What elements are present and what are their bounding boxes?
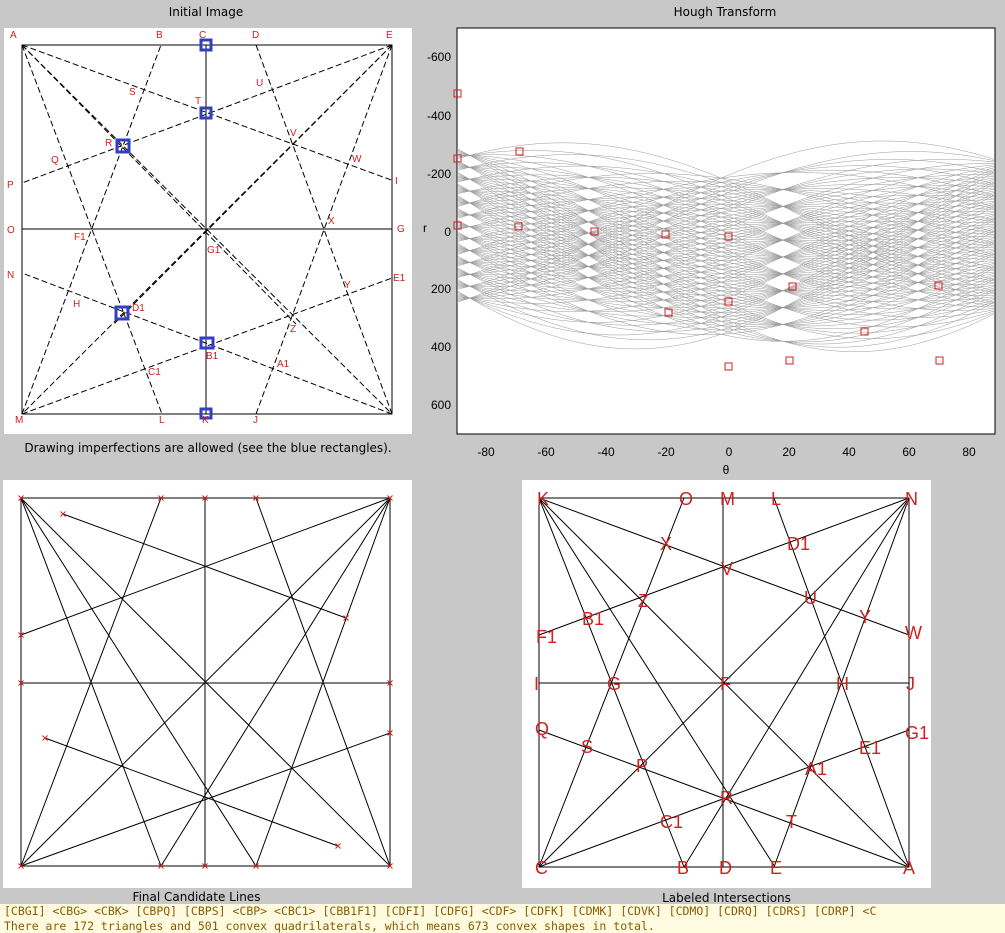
intersection-label: Z: [638, 591, 649, 611]
intersection-label: H: [73, 299, 80, 310]
hough-transform-svg: -600 -400 -200 0 200 400 600 -80 -60 -40…: [423, 27, 996, 477]
theta-tick: -80: [477, 445, 495, 459]
intersection-label: E: [770, 858, 782, 878]
theta-tick: 60: [902, 445, 916, 459]
console-line-1: [CBGI] <CBG> <CBK> [CBPQ] [CBPS] <CBP> <…: [0, 904, 1005, 919]
final-lines-svg: [18, 495, 393, 869]
labeled-intersections-svg: K O M L N X D1 V Z U B1 Y W F1 I G F H J Q G1 S E1 P A1 R C1 T C B D E A: [534, 489, 929, 878]
theta-tick: 20: [782, 445, 796, 459]
intersection-label: Y: [344, 280, 351, 291]
intersection-label: Z: [290, 324, 296, 335]
intersection-label: D1: [787, 534, 810, 554]
intersection-label: L: [771, 489, 781, 509]
intersection-label: B1: [582, 609, 604, 629]
intersection-label: O: [679, 489, 693, 509]
intersection-label: N: [7, 270, 14, 281]
intersection-label: O: [7, 225, 15, 236]
intersection-label: F1: [74, 232, 86, 243]
theta-tick: 40: [842, 445, 856, 459]
theta-tick: -40: [597, 445, 615, 459]
r-tick: 200: [431, 282, 451, 296]
intersection-label: D: [252, 30, 259, 41]
r-tick: -200: [427, 167, 451, 181]
intersection-label: G1: [207, 245, 221, 256]
intersection-label: S: [129, 87, 136, 98]
theta-tick: -60: [537, 445, 555, 459]
hough-transform-panel: -600 -400 -200 0 200 400 600 -80 -60 -40…: [413, 20, 1005, 478]
labeled-intersections-panel: K O M L N X D1 V Z U B1 Y W F1 I G F H J Q G1 S E1 P A1 R C1 T C B D E A: [522, 480, 931, 888]
intersection-label: D: [719, 858, 732, 878]
final-candidate-lines-title: Final Candidate Lines: [132, 890, 261, 904]
theta-tick: 0: [726, 445, 733, 459]
intersection-label: T: [195, 96, 201, 107]
intersection-label: B: [677, 858, 689, 878]
intersection-label: U: [256, 78, 263, 89]
intersection-label: E1: [393, 273, 406, 284]
theta-tick: 80: [962, 445, 976, 459]
labeled-intersections-title: Labeled Intersections: [662, 891, 791, 905]
intersection-label: C: [199, 30, 206, 41]
r-tick: 600: [431, 398, 451, 412]
intersection-label: G: [607, 674, 621, 694]
intersection-label: J: [253, 415, 258, 426]
intersection-label: H: [836, 674, 849, 694]
intersection-label: A: [903, 858, 915, 878]
final-candidate-lines-panel: [3, 480, 412, 888]
intersection-label: B: [156, 30, 163, 41]
intersection-label: W: [905, 623, 922, 643]
intersection-label: K: [202, 415, 209, 426]
intersection-label: G1: [905, 723, 929, 743]
intersection-label: P: [636, 756, 648, 776]
intersection-label: F1: [536, 627, 557, 647]
intersection-label: R: [720, 788, 733, 808]
intersection-label: Y: [859, 607, 871, 627]
intersection-label: M: [15, 415, 23, 426]
r-tick: 400: [431, 340, 451, 354]
intersection-label: R: [105, 138, 112, 149]
r-tick: -400: [427, 109, 451, 123]
intersection-label: A: [10, 30, 17, 41]
theta-axis-label: θ: [723, 463, 730, 477]
intersection-label: L: [159, 415, 165, 426]
intersection-label: E: [386, 30, 393, 41]
intersection-label: N: [905, 489, 918, 509]
intersection-label: E1: [859, 738, 881, 758]
intersection-label: P: [7, 180, 14, 191]
intersection-label: T: [786, 812, 797, 832]
intersection-label: U: [804, 588, 817, 608]
console-line-2: There are 172 triangles and 501 convex q…: [0, 919, 1005, 933]
r-tick: 0: [444, 225, 451, 239]
intersection-label: C1: [660, 812, 683, 832]
intersection-label: C1: [148, 367, 161, 378]
intersection-label: C: [535, 858, 548, 878]
intersection-label: X: [328, 216, 335, 227]
hough-transform-title: Hough Transform: [673, 5, 777, 19]
intersection-label: A1: [277, 359, 290, 370]
intersection-label: Q: [51, 155, 59, 166]
intersection-label: I: [395, 176, 398, 187]
intersection-label: S: [581, 737, 593, 757]
r-tick: -600: [427, 50, 451, 64]
intersection-label: G: [397, 224, 405, 235]
intersection-label: V: [721, 559, 733, 579]
intersection-label: Q: [535, 719, 549, 739]
initial-image-svg: A B C D E S U T V R W Q P I O F1 X G G1 N H E1 D1 Y Z B1 C1 A1 M L K J: [7, 30, 406, 426]
intersection-label: M: [720, 489, 735, 509]
theta-tick: -20: [657, 445, 675, 459]
initial-image-panel: A B C D E S U T V R W Q P I O F1 X G G1 N H E1 D1 Y Z B1 C1 A1 M L K J: [4, 28, 412, 434]
intersection-label: I: [534, 674, 539, 694]
intersection-label: A1: [805, 759, 827, 779]
intersection-label: D1: [132, 303, 145, 314]
intersection-label: V: [290, 128, 297, 139]
intersection-label: J: [906, 674, 915, 694]
initial-image-title: Initial Image: [168, 5, 244, 19]
r-axis-label: r: [423, 221, 427, 235]
intersection-label: K: [537, 489, 549, 509]
intersection-label: W: [352, 154, 362, 165]
intersection-label: X: [660, 534, 672, 554]
intersection-label: B1: [206, 351, 219, 362]
intersection-label: F: [720, 674, 731, 694]
initial-image-caption: Drawing imperfections are allowed (see t…: [24, 441, 392, 455]
